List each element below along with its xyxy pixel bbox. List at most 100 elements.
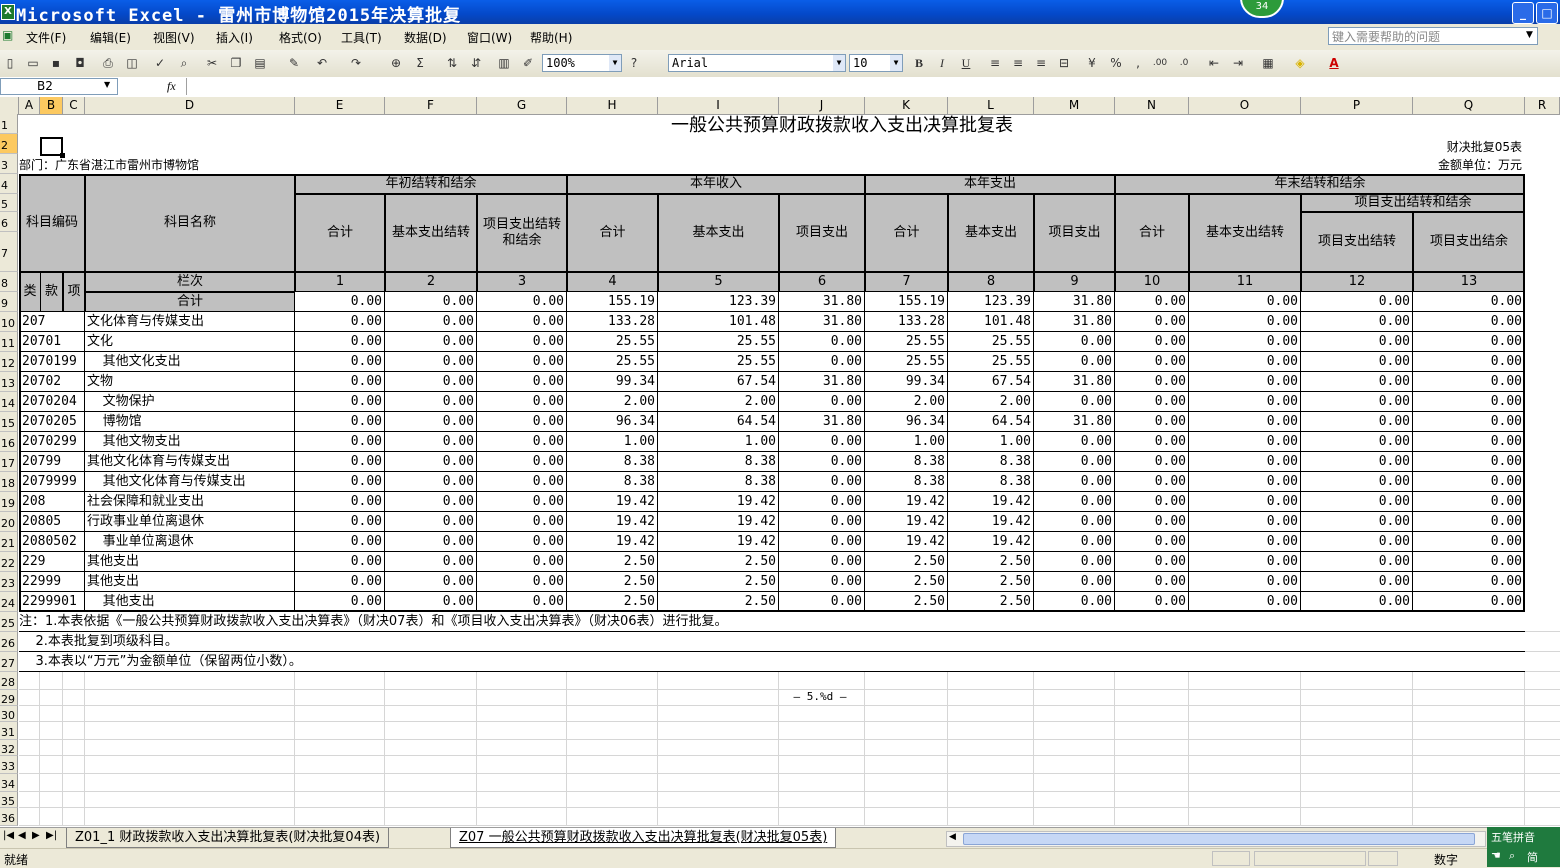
row-header-17[interactable]: 17 (0, 452, 18, 472)
percent-icon[interactable]: % (1108, 55, 1124, 71)
help-search-input[interactable]: 键入需要帮助的问题 (1328, 27, 1538, 45)
print-icon[interactable]: ⎙ (100, 55, 116, 71)
currency-icon[interactable]: ¥ (1084, 55, 1100, 71)
name-box[interactable]: B2 (0, 78, 118, 95)
research-icon[interactable]: ⌕ (176, 55, 192, 71)
row-header-35[interactable]: 35 (0, 792, 18, 808)
ime-mode[interactable]: 简 (1527, 849, 1538, 865)
row-header-2[interactable]: 2 (0, 134, 18, 154)
row-header-13[interactable]: 13 (0, 372, 18, 392)
font-size-select[interactable]: 10 ▼ (849, 54, 903, 72)
row-header-10[interactable]: 10 (0, 312, 18, 332)
row-header-6[interactable]: 6 (0, 212, 18, 232)
increase-indent-icon[interactable]: ⇥ (1230, 55, 1246, 71)
menu-edit[interactable]: 编辑(E) (90, 29, 131, 46)
row-header-18[interactable]: 18 (0, 472, 18, 492)
print-preview-icon[interactable]: ◫ (124, 55, 140, 71)
undo-icon[interactable]: ↶ (314, 55, 330, 71)
row-header-5[interactable]: 5 (0, 194, 18, 212)
row-header-28[interactable]: 28 (0, 672, 18, 690)
row-header-32[interactable]: 32 (0, 740, 18, 756)
row-header-21[interactable]: 21 (0, 532, 18, 552)
column-header-F[interactable]: F (385, 97, 477, 114)
menu-data[interactable]: 数据(D) (404, 29, 447, 46)
menu-format[interactable]: 格式(O) (279, 29, 322, 46)
fill-color-icon[interactable]: ◈ (1292, 55, 1308, 71)
row-header-14[interactable]: 14 (0, 392, 18, 412)
row-header-30[interactable]: 30 (0, 706, 18, 722)
copy-icon[interactable]: ❐ (228, 55, 244, 71)
row-header-31[interactable]: 31 (0, 722, 18, 740)
row-header-36[interactable]: 36 (0, 808, 18, 826)
column-header-D[interactable]: D (85, 97, 295, 114)
spelling-icon[interactable]: ✓ (152, 55, 168, 71)
column-header-G[interactable]: G (477, 97, 567, 114)
maximize-icon[interactable]: □ (1536, 2, 1558, 24)
menu-insert[interactable]: 插入(I) (216, 29, 253, 46)
column-header-O[interactable]: O (1189, 97, 1301, 114)
format-painter-icon[interactable]: ✎ (286, 55, 302, 71)
column-header-L[interactable]: L (948, 97, 1034, 114)
sheet-tab-z07-active[interactable]: Z07 一般公共预算财政拨款收入支出决算批复表(财决批复05表) (450, 828, 837, 848)
column-header-R[interactable]: R (1525, 97, 1560, 114)
menu-help[interactable]: 帮助(H) (530, 29, 572, 46)
row-header-1[interactable]: 1 (0, 114, 18, 134)
bold-icon[interactable]: B (911, 55, 927, 71)
column-header-M[interactable]: M (1034, 97, 1115, 114)
column-header-P[interactable]: P (1301, 97, 1413, 114)
ime-name[interactable]: 五笔拼音 (1491, 829, 1535, 845)
column-header-H[interactable]: H (567, 97, 658, 114)
comma-style-icon[interactable]: , (1130, 55, 1146, 71)
increase-decimal-icon[interactable]: .00 (1152, 55, 1168, 71)
row-header-27[interactable]: 27 (0, 652, 18, 672)
excel-app-icon[interactable]: X (1, 4, 15, 20)
borders-icon[interactable]: ▦ (1260, 55, 1276, 71)
row-header-25[interactable]: 25 (0, 612, 18, 632)
decrease-decimal-icon[interactable]: .0 (1176, 55, 1192, 71)
row-header-26[interactable]: 26 (0, 632, 18, 652)
drawing-icon[interactable]: ✐ (520, 55, 536, 71)
next-sheet-icon[interactable]: ▶ (32, 830, 40, 841)
row-header-20[interactable]: 20 (0, 512, 18, 532)
column-header-I[interactable]: I (658, 97, 779, 114)
row-header-16[interactable]: 16 (0, 432, 18, 452)
first-sheet-icon[interactable]: |◀ (3, 830, 14, 841)
menu-tools[interactable]: 工具(T) (341, 29, 382, 46)
help-icon[interactable]: ? (626, 55, 642, 71)
zoom-select[interactable]: 100% ▼ (542, 54, 622, 72)
merge-center-icon[interactable]: ⊟ (1056, 55, 1072, 71)
ime-hand-icon[interactable]: ☚ (1491, 849, 1501, 862)
align-left-icon[interactable]: ≡ (987, 55, 1003, 71)
redo-icon[interactable]: ↷ (348, 55, 364, 71)
row-header-34[interactable]: 34 (0, 774, 18, 792)
column-header-Q[interactable]: Q (1413, 97, 1525, 114)
menu-view[interactable]: 视图(V) (153, 29, 195, 46)
row-header-15[interactable]: 15 (0, 412, 18, 432)
formula-input[interactable] (186, 78, 1557, 95)
row-header-23[interactable]: 23 (0, 572, 18, 592)
menu-file[interactable]: 文件(F) (26, 29, 66, 46)
horizontal-scrollbar[interactable]: ◀ (946, 831, 1486, 847)
align-center-icon[interactable]: ≡ (1010, 55, 1026, 71)
column-header-E[interactable]: E (295, 97, 385, 114)
open-icon[interactable]: ▭ (25, 55, 41, 71)
row-header-22[interactable]: 22 (0, 552, 18, 572)
prev-sheet-icon[interactable]: ◀ (18, 830, 26, 841)
column-header-N[interactable]: N (1115, 97, 1189, 114)
ime-search-icon[interactable]: ⌕ (1509, 849, 1515, 863)
sort-descending-icon[interactable]: ⇵ (468, 55, 484, 71)
menu-window[interactable]: 窗口(W) (467, 29, 512, 46)
column-header-C[interactable]: C (63, 97, 85, 114)
decrease-indent-icon[interactable]: ⇤ (1206, 55, 1222, 71)
row-header-33[interactable]: 33 (0, 756, 18, 774)
paste-icon[interactable]: ▤ (252, 55, 268, 71)
row-header-29[interactable]: 29 (0, 690, 18, 706)
row-header-4[interactable]: 4 (0, 174, 18, 194)
row-header-24[interactable]: 24 (0, 592, 18, 612)
row-header-11[interactable]: 11 (0, 332, 18, 352)
row-header-19[interactable]: 19 (0, 492, 18, 512)
help-dropdown-icon[interactable]: ▼ (1526, 30, 1533, 40)
align-right-icon[interactable]: ≡ (1033, 55, 1049, 71)
notification-badge[interactable]: 34 (1240, 0, 1284, 18)
hyperlink-icon[interactable]: ⊕ (388, 55, 404, 71)
